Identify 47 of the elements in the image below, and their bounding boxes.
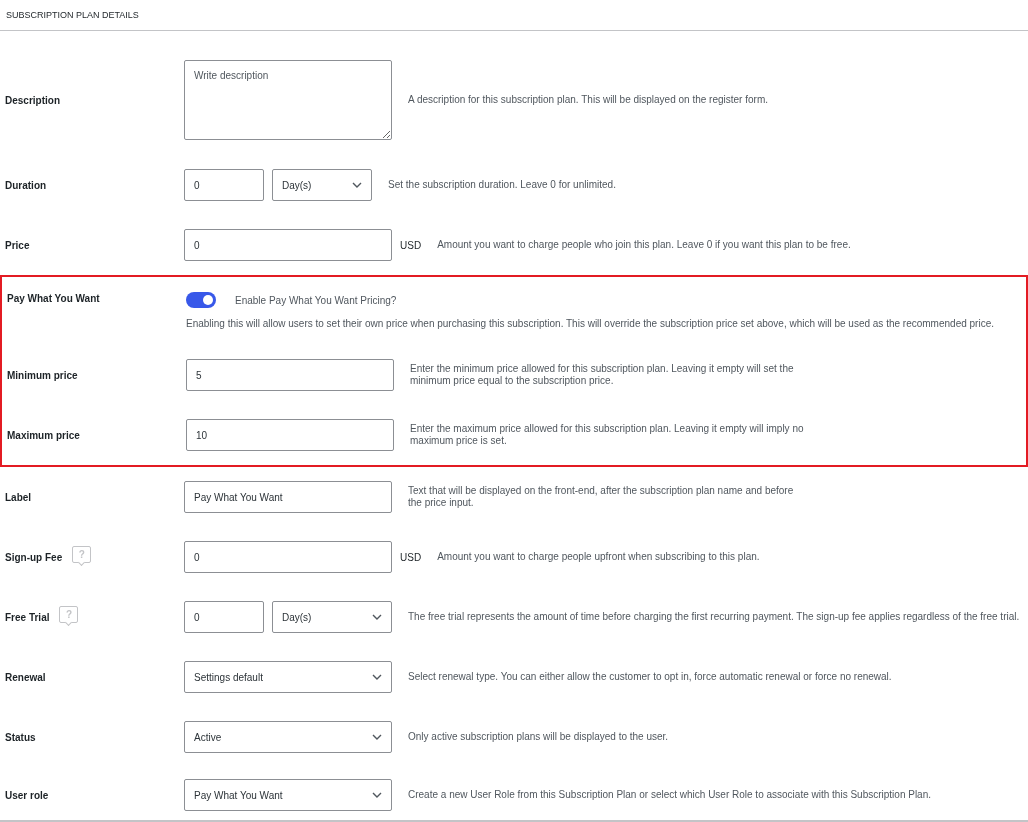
select-dropdown[interactable]: Active [184,721,392,753]
field-label: Label [5,491,32,503]
field-label: Maximum price [7,429,80,441]
field-label: Status [5,731,36,743]
help-text: A description for this subscription plan. This will be displayed on the register form. [408,94,768,106]
chevron-down-icon [372,734,382,740]
help-text: Enter the minimum price allowed for this subscription plan. Leaving it empty will set the minimum price equal to the subscription price. [410,363,795,387]
field-label: Price [5,239,30,251]
chevron-down-icon [372,792,382,798]
price-input[interactable]: 0 [184,229,392,261]
section-title: SUBSCRIPTION PLAN DETAILS [6,10,139,22]
help-text: Amount you want to charge people upfront when subscribing to this plan. [437,551,760,563]
chevron-down-icon [352,182,362,188]
help-text: Amount you want to charge people who join this plan. Leave 0 if you want this plan to be free. [437,239,851,251]
field-label: Duration [5,179,47,191]
field-label: Sign-up Fee [5,551,63,563]
number-input[interactable]: 0 [184,601,264,633]
number-input[interactable]: 0 [184,169,264,201]
help-text: Create a new User Role from this Subscription Plan or select which User Role to associate with this Subscription Plan. [408,789,931,801]
help-text: Select renewal type. You can either allow the customer to opt in, force automatic renewal or force no renewal. [408,671,892,683]
text-input[interactable]: Pay What You Want [184,481,392,513]
text-input[interactable]: 5 [186,359,394,391]
unit-dropdown[interactable]: Day(s) [272,601,392,633]
price-input[interactable]: 0 [184,541,392,573]
unit-dropdown[interactable]: Day(s) [272,169,372,201]
help-text: Enabling this will allow users to set their own price when purchasing this subscription. This will override the subscription price set above, which will be used as the recommended price. [186,318,994,330]
select-dropdown[interactable]: Settings default [184,661,392,693]
field-label: Free Trial [5,611,50,623]
field-label: User role [5,789,49,801]
chevron-down-icon [372,614,382,620]
field-label: Pay What You Want [7,293,100,304]
help-text: Only active subscription plans will be displayed to the user. [408,731,669,743]
currency-label: USD [400,551,422,563]
help-text: The free trial represents the amount of time before charging the first recurring payment. The sign-up fee applies regardless of the free trial. [408,611,1020,623]
toggle-switch[interactable] [186,292,216,308]
select-dropdown[interactable]: Pay What You Want [184,779,392,811]
text-input[interactable]: 10 [186,419,394,451]
field-label: Renewal [5,671,46,683]
currency-label: USD [400,239,422,251]
help-text: Text that will be displayed on the front-end, after the subscription plan name and before the price input. [408,485,795,509]
toggle-label: Enable Pay What You Want Pricing? [235,294,397,306]
description-textarea[interactable]: Write description [184,60,392,140]
field-label: Minimum price [7,369,78,381]
help-text: Enter the maximum price allowed for this subscription plan. Leaving it empty will imply no maximum price is set. [410,423,805,447]
help-text: Set the subscription duration. Leave 0 for unlimited. [388,179,616,191]
chevron-down-icon [372,674,382,680]
field-label: Description [5,94,60,106]
